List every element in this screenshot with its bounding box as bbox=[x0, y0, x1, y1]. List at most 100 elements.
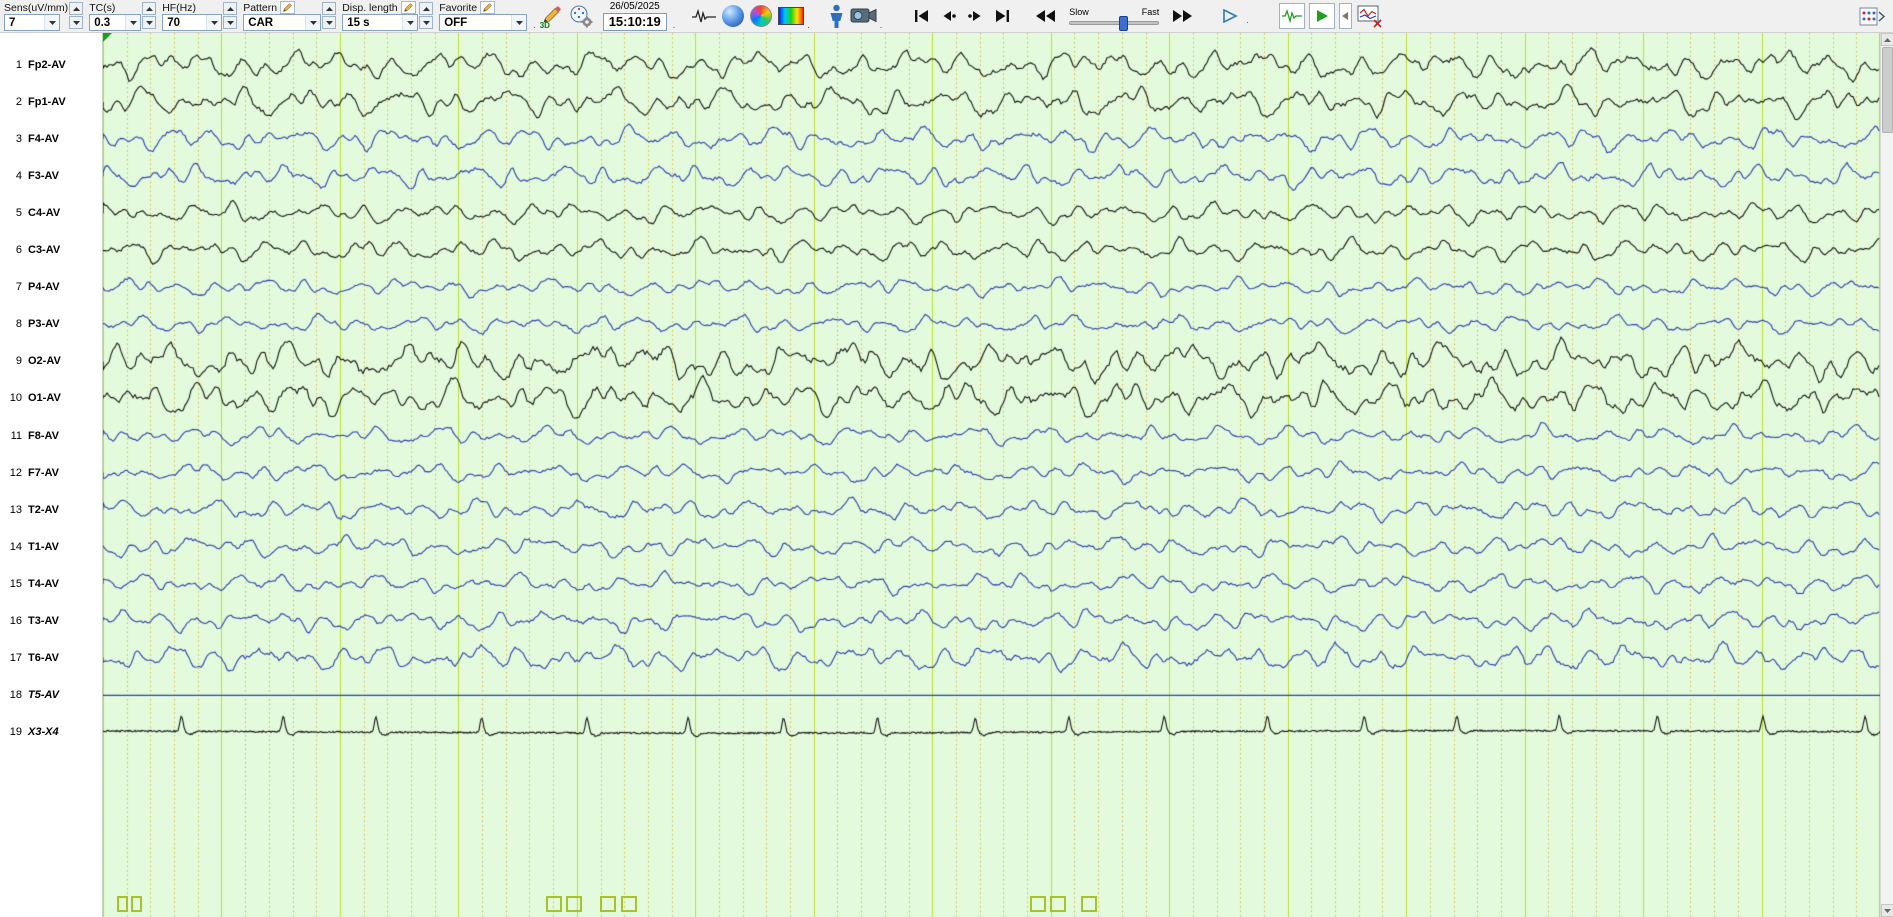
sens-decrease-button[interactable] bbox=[69, 16, 84, 29]
time-display: 15:10:19 bbox=[602, 13, 667, 31]
position-marker bbox=[103, 33, 112, 42]
scroll-up-button[interactable] bbox=[1881, 33, 1893, 46]
pattern-combo[interactable]: CAR bbox=[243, 14, 322, 31]
speed-slider-thumb[interactable] bbox=[1118, 16, 1128, 31]
trend-view-button[interactable] bbox=[1278, 3, 1305, 29]
event-marker[interactable] bbox=[1081, 896, 1097, 912]
eeg-canvas[interactable] bbox=[103, 33, 1880, 917]
channel-row[interactable]: 8 P3-AV bbox=[4, 316, 60, 332]
chevron-down-icon[interactable] bbox=[44, 15, 59, 30]
channel-row[interactable]: 1 Fp2-AV bbox=[4, 57, 66, 73]
channel-row[interactable]: 7 P4-AV bbox=[4, 279, 60, 295]
review-tools-button[interactable] bbox=[1356, 1, 1385, 31]
forward-button[interactable] bbox=[1169, 7, 1196, 25]
channel-row[interactable]: 14 T1-AV bbox=[4, 539, 59, 555]
channel-label: Fp2-AV bbox=[28, 59, 66, 71]
disp-length-edit-button[interactable] bbox=[400, 1, 416, 14]
pattern-edit-button[interactable] bbox=[280, 1, 296, 14]
map-rainbow-button[interactable] bbox=[749, 1, 773, 31]
channel-row[interactable]: 13 T2-AV bbox=[4, 502, 59, 518]
channel-row[interactable]: 17 T6-AV bbox=[4, 650, 59, 666]
pattern-prev-button[interactable] bbox=[322, 16, 337, 29]
speed-slider-track[interactable] bbox=[1069, 16, 1160, 31]
channel-number: 7 bbox=[15, 281, 22, 294]
rewind-button[interactable] bbox=[1032, 7, 1059, 25]
hf-increase-button[interactable] bbox=[223, 2, 238, 15]
channel-row[interactable]: 4 F3-AV bbox=[4, 168, 59, 184]
patient-info-button[interactable] bbox=[828, 1, 845, 31]
jump-end-button[interactable] bbox=[991, 7, 1014, 25]
sens-increase-button[interactable] bbox=[69, 2, 84, 15]
step-forward-icon bbox=[968, 11, 981, 21]
channel-label: F4-AV bbox=[28, 133, 59, 146]
channel-row[interactable]: 9 O2-AV bbox=[4, 353, 61, 369]
channel-row[interactable]: 18 T5-AV bbox=[4, 687, 59, 703]
channel-row[interactable]: 6 C3-AV bbox=[4, 242, 60, 258]
trace-area[interactable] bbox=[103, 33, 1880, 917]
event-marker[interactable] bbox=[1030, 896, 1046, 912]
favorite-combo[interactable]: OFF bbox=[439, 14, 528, 31]
channel-number: 10 bbox=[9, 392, 22, 405]
favorite-edit-button[interactable] bbox=[480, 1, 496, 14]
sens-combo[interactable]: 7 bbox=[4, 14, 60, 31]
event-marker[interactable] bbox=[621, 896, 637, 912]
channel-row[interactable]: 3 F4-AV bbox=[4, 131, 59, 147]
pattern-control: Pattern CAR bbox=[243, 1, 337, 31]
hf-combo[interactable]: 70 bbox=[162, 14, 223, 31]
scroll-down-button[interactable] bbox=[1881, 904, 1893, 917]
chevron-down-icon[interactable] bbox=[206, 15, 222, 30]
tc-combo[interactable]: 0.3 bbox=[89, 14, 142, 31]
hf-control: HF(Hz) 70 bbox=[162, 1, 238, 31]
waveform-view-button[interactable] bbox=[691, 1, 717, 31]
play-button[interactable] bbox=[1218, 6, 1242, 26]
speed-slider[interactable]: Slow Fast bbox=[1069, 7, 1160, 31]
tc-decrease-button[interactable] bbox=[142, 16, 157, 29]
electrode-map-button[interactable] bbox=[1858, 1, 1887, 31]
disp-length-combo[interactable]: 15 s bbox=[342, 14, 419, 31]
scrollbar-thumb[interactable] bbox=[1882, 47, 1893, 133]
collapse-toolbar-button[interactable] bbox=[1338, 3, 1352, 29]
vertical-scrollbar[interactable] bbox=[1880, 33, 1893, 917]
channel-row[interactable]: 5 C4-AV bbox=[4, 205, 60, 221]
slow-label: Slow bbox=[1069, 7, 1089, 17]
channel-row[interactable]: 10 O1-AV bbox=[4, 390, 61, 406]
toolbar-overflow bbox=[533, 20, 538, 31]
channel-row[interactable]: 11 F8-AV bbox=[4, 428, 59, 444]
toolbar-overflow bbox=[673, 20, 678, 31]
step-forward-button[interactable] bbox=[964, 7, 987, 25]
channel-row[interactable]: 12 F7-AV bbox=[4, 465, 59, 481]
channel-label: O1-AV bbox=[28, 392, 61, 405]
event-marker[interactable] bbox=[546, 896, 562, 912]
person-icon bbox=[830, 4, 843, 28]
chevron-down-icon[interactable] bbox=[402, 15, 418, 30]
disp-length-increase-button[interactable] bbox=[419, 2, 434, 15]
3d-badge: 3D bbox=[539, 21, 550, 30]
chevron-down-icon[interactable] bbox=[511, 15, 527, 30]
step-back-button[interactable] bbox=[937, 7, 960, 25]
event-marker[interactable] bbox=[131, 896, 142, 912]
chevron-down-icon[interactable] bbox=[125, 15, 141, 30]
edit-3d-map-button[interactable]: 3D bbox=[539, 1, 564, 31]
map-3d-button[interactable] bbox=[721, 1, 745, 31]
hf-decrease-button[interactable] bbox=[223, 16, 238, 29]
chevron-down-icon[interactable] bbox=[305, 15, 321, 30]
event-marker[interactable] bbox=[117, 896, 128, 912]
channel-row[interactable]: 16 T3-AV bbox=[4, 613, 59, 629]
channel-row[interactable]: 2 Fp1-AV bbox=[4, 94, 66, 110]
pattern-next-button[interactable] bbox=[322, 2, 337, 15]
tc-increase-button[interactable] bbox=[142, 2, 157, 15]
review-tools-icon bbox=[1357, 5, 1382, 28]
spectrum-map-button[interactable] bbox=[777, 1, 805, 31]
disp-length-decrease-button[interactable] bbox=[419, 16, 434, 29]
jump-start-button[interactable] bbox=[910, 7, 933, 25]
montage-setup-button[interactable] bbox=[568, 1, 595, 31]
channel-number: 12 bbox=[9, 466, 22, 479]
channel-row[interactable]: 19 X3-X4 bbox=[4, 724, 59, 740]
channel-row[interactable]: 15 T4-AV bbox=[4, 576, 59, 592]
video-button[interactable] bbox=[849, 1, 878, 31]
auto-advance-button[interactable] bbox=[1308, 3, 1335, 29]
event-marker[interactable] bbox=[1050, 896, 1066, 912]
event-marker[interactable] bbox=[566, 896, 582, 912]
3d-head-icon bbox=[722, 5, 745, 27]
event-marker[interactable] bbox=[600, 896, 616, 912]
